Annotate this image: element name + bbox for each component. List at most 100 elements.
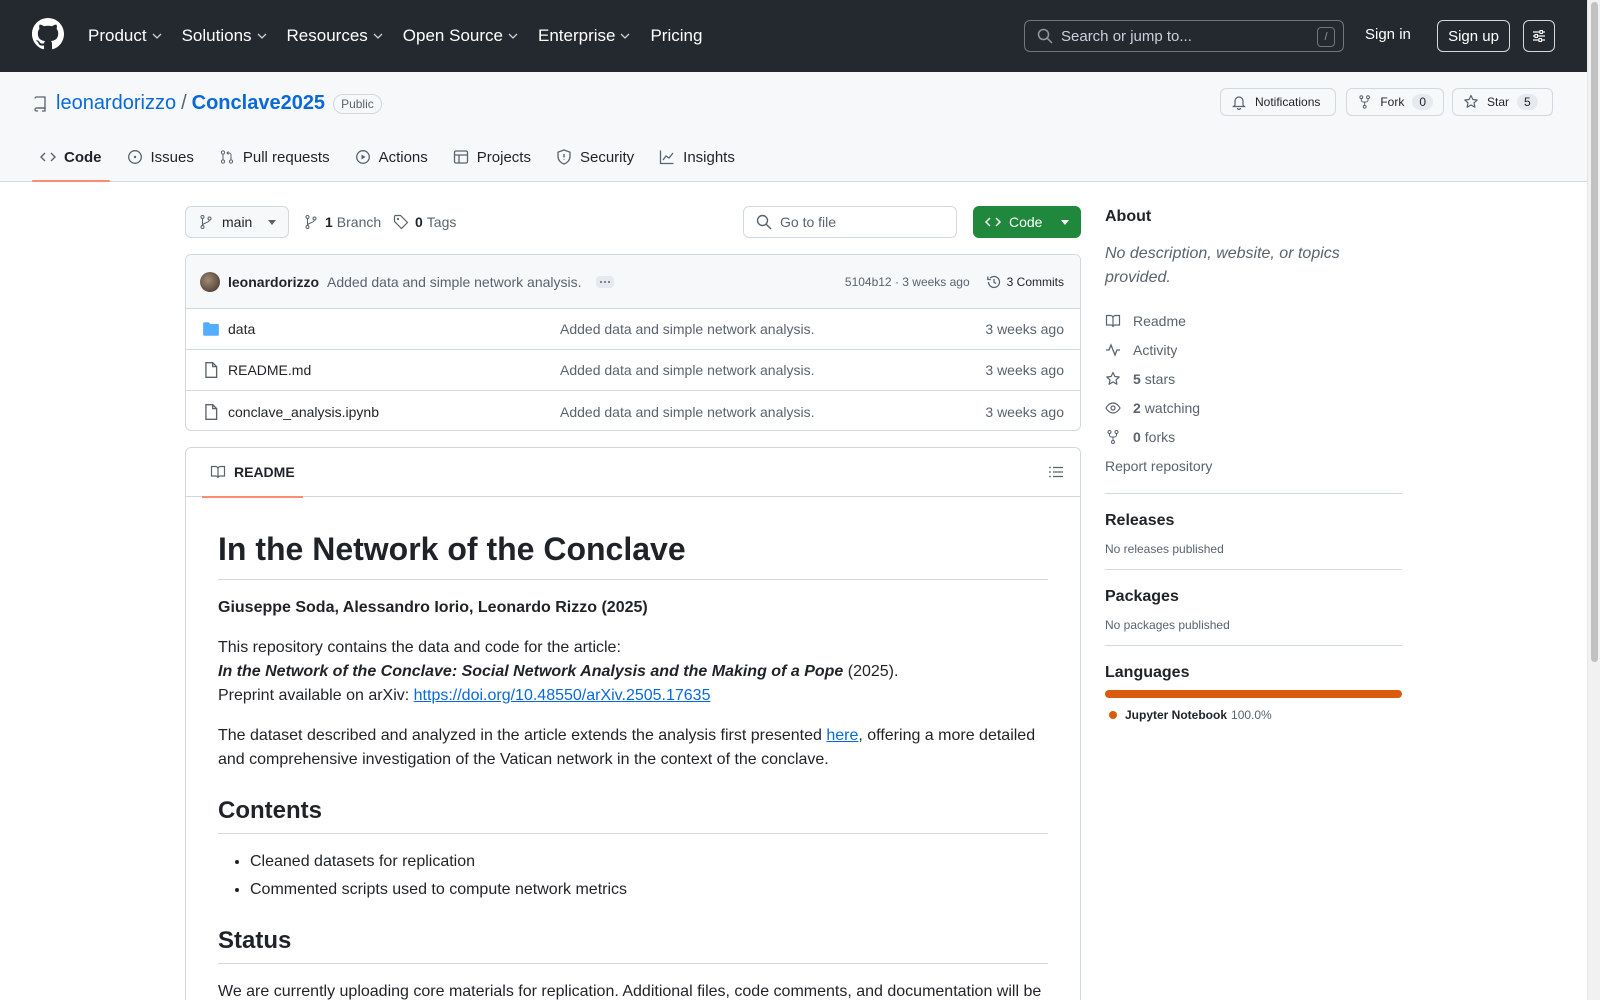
- chevron-down-icon: [152, 33, 162, 39]
- commit-author-link[interactable]: leonardorizzo: [228, 274, 319, 290]
- tab-insights[interactable]: Insights: [651, 132, 743, 182]
- about-description: No description, website, or topics provi…: [1105, 245, 1340, 286]
- readme-preprint-prefix: Preprint available on arXiv:: [218, 687, 414, 704]
- nav-label: Solutions: [181, 26, 252, 45]
- file-row[interactable]: README.md Added data and simple network …: [186, 350, 1080, 391]
- file-commit-message[interactable]: Added data and simple network analysis.: [560, 404, 814, 420]
- tab-projects[interactable]: Projects: [445, 132, 539, 182]
- tab-security[interactable]: Security: [548, 132, 642, 182]
- tab-label: Projects: [476, 148, 531, 166]
- readme-tab[interactable]: README: [202, 448, 303, 498]
- caret-down-icon: [268, 219, 276, 225]
- nav-enterprise[interactable]: Enterprise: [538, 26, 631, 46]
- language-percent: 100.0%: [1231, 708, 1272, 722]
- fork-button[interactable]: Fork 0: [1346, 88, 1444, 116]
- nav-pricing[interactable]: Pricing: [650, 26, 702, 46]
- readme-content: In the Network of the Conclave Giuseppe …: [186, 497, 1080, 1000]
- tab-issues[interactable]: Issues: [119, 132, 202, 182]
- branch-name: main: [222, 214, 253, 230]
- avatar[interactable]: [200, 271, 220, 292]
- language-item[interactable]: Jupyter Notebook 100.0%: [1105, 708, 1402, 722]
- file-name-link[interactable]: data: [228, 321, 255, 337]
- file-commit-message[interactable]: Added data and simple network analysis.: [560, 321, 814, 337]
- repo-sidebar: About No description, website, or topics…: [1105, 208, 1402, 722]
- branch-select-button[interactable]: main: [185, 206, 289, 238]
- repo-owner-link[interactable]: leonardorizzo: [56, 92, 176, 115]
- readme-article-year: (2025).: [843, 663, 899, 680]
- branches-link[interactable]: 1 Branch: [303, 214, 381, 230]
- forks-link[interactable]: 0 forks: [1105, 422, 1402, 451]
- language-name: Jupyter Notebook: [1125, 708, 1228, 722]
- signin-link[interactable]: Sign in: [1365, 26, 1411, 43]
- stars-link[interactable]: 5 stars: [1105, 364, 1402, 393]
- file-row[interactable]: data Added data and simple network analy…: [186, 309, 1080, 350]
- notifications-button[interactable]: Notifications: [1220, 88, 1336, 116]
- readme-panel: README In the Network of the Conclave Gi…: [185, 447, 1081, 1000]
- tab-label: Insights: [683, 148, 735, 166]
- nav-product[interactable]: Product: [88, 26, 163, 46]
- star-button[interactable]: Star 5: [1452, 88, 1553, 116]
- menu-button[interactable]: [1523, 20, 1555, 52]
- tags-link[interactable]: 0 Tags: [393, 214, 456, 230]
- watching-link[interactable]: 2 watching: [1105, 393, 1402, 422]
- file-commit-message[interactable]: Added data and simple network analysis.: [560, 362, 814, 378]
- divider: [1105, 645, 1402, 646]
- readme-tab-label: README: [234, 464, 295, 480]
- nav-resources[interactable]: Resources: [287, 26, 384, 46]
- search-input[interactable]: Search or jump to... /: [1024, 20, 1344, 52]
- list-item: Cleaned datasets for replication: [250, 850, 1048, 874]
- star-count: 5: [1517, 94, 1538, 110]
- graph-icon: [660, 150, 674, 165]
- report-repository-link[interactable]: Report repository: [1105, 451, 1402, 480]
- list-item: Commented scripts used to compute networ…: [250, 878, 1048, 902]
- preprint-link[interactable]: https://doi.org/10.48550/arXiv.2505.1763…: [414, 687, 711, 704]
- repo-icon: [34, 95, 46, 112]
- file-commit-time: 3 weeks ago: [985, 321, 1064, 337]
- star-icon: [1464, 94, 1478, 108]
- file-name-link[interactable]: conclave_analysis.ipynb: [228, 404, 379, 420]
- nav-open-source[interactable]: Open Source: [403, 26, 519, 46]
- page-scrollbar[interactable]: [1587, 0, 1600, 1000]
- search-icon: [1037, 28, 1053, 44]
- branch-count: 1: [325, 214, 333, 230]
- global-header: Product Solutions Resources Open Source …: [0, 0, 1600, 72]
- packages-title[interactable]: Packages: [1105, 588, 1402, 606]
- nav-label: Resources: [286, 26, 368, 45]
- repo-name-link[interactable]: Conclave2025: [192, 92, 325, 115]
- file-name-link[interactable]: README.md: [228, 362, 311, 378]
- chevron-down-icon: [373, 33, 383, 39]
- chevron-down-icon: [621, 33, 630, 39]
- signup-button[interactable]: Sign up: [1437, 20, 1510, 52]
- nav-solutions[interactable]: Solutions: [182, 26, 268, 46]
- file-row[interactable]: conclave_analysis.ipynb Added data and s…: [186, 391, 1080, 430]
- github-logo-icon[interactable]: [32, 18, 64, 50]
- readme-header: README: [186, 448, 1080, 498]
- commit-message-link[interactable]: Added data and simple network analysis.: [327, 274, 581, 290]
- file-table: leonardorizzo Added data and simple netw…: [185, 254, 1081, 431]
- tab-code[interactable]: Code: [32, 132, 110, 182]
- code-icon: [40, 152, 56, 162]
- fork-icon: [1359, 95, 1370, 109]
- fork-label: Fork: [1380, 95, 1405, 109]
- readme-article-title: In the Network of the Conclave: Social N…: [218, 663, 844, 680]
- top-nav: Product Solutions Resources Open Source …: [88, 0, 721, 72]
- releases-title[interactable]: Releases: [1105, 512, 1402, 530]
- list-icon[interactable]: [1048, 464, 1064, 480]
- tab-pull-requests[interactable]: Pull requests: [211, 132, 338, 182]
- sliders-icon: [1533, 30, 1545, 42]
- go-to-file-input[interactable]: Go to file: [743, 206, 957, 238]
- stars-label: stars: [1144, 370, 1176, 387]
- tab-actions[interactable]: Actions: [347, 132, 436, 182]
- code-button[interactable]: Code: [973, 206, 1081, 238]
- readme-link[interactable]: Readme: [1105, 306, 1402, 335]
- expand-commit-icon[interactable]: [595, 275, 614, 288]
- tag-icon: [393, 214, 409, 230]
- branch-icon: [200, 215, 212, 229]
- scrollbar-thumb[interactable]: [1591, 2, 1598, 662]
- repo-header: leonardorizzo / Conclave2025 Public Noti…: [0, 72, 1590, 182]
- activity-link[interactable]: Activity: [1105, 335, 1402, 364]
- commits-link[interactable]: 3 Commits: [986, 274, 1064, 290]
- here-link[interactable]: here: [826, 727, 858, 744]
- commit-hash-time[interactable]: 5104b12 · 3 weeks ago: [845, 275, 970, 289]
- file-icon: [205, 403, 218, 420]
